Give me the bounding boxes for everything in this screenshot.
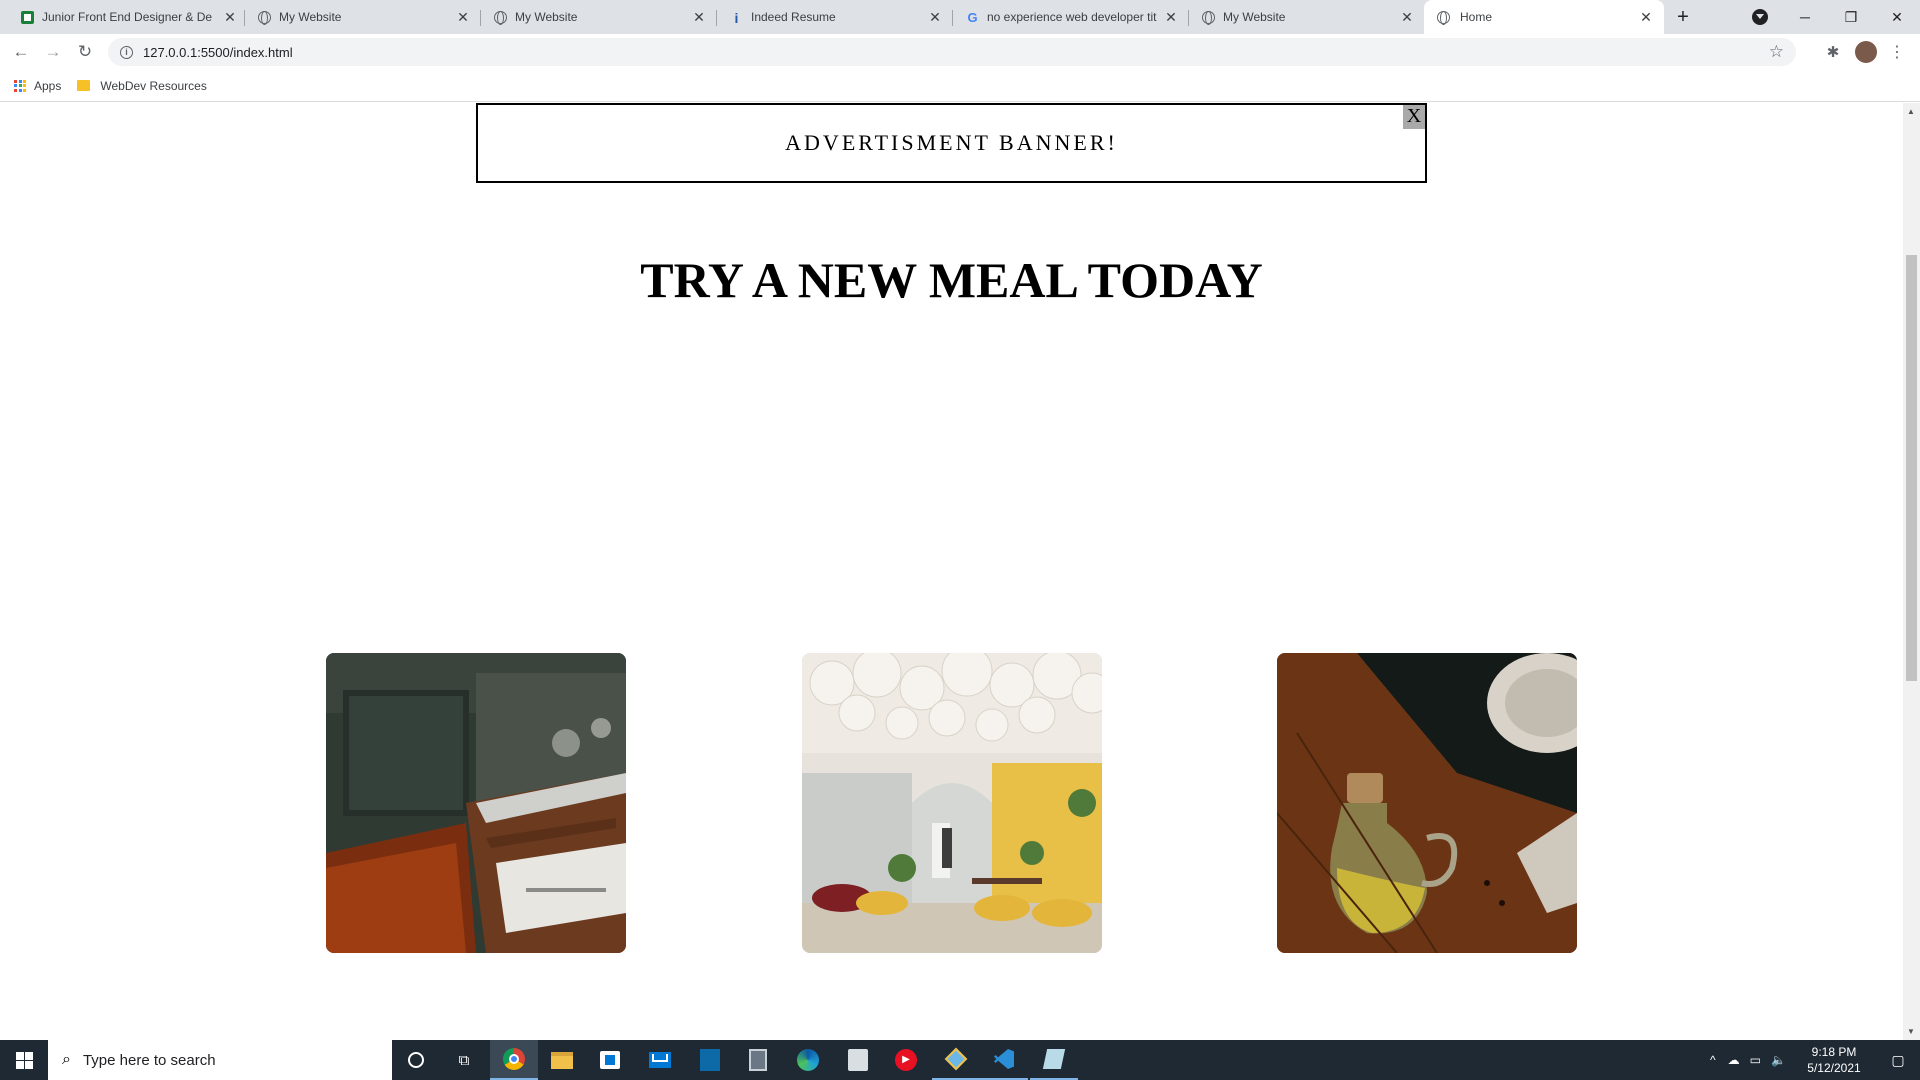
tab-strip: Junior Front End Designer & De ✕ My Webs… [0, 0, 1920, 34]
page-title: TRY A NEW MEAL TODAY [640, 252, 1263, 308]
restore-icon[interactable]: ❐ [1828, 0, 1874, 34]
bookmark-webdev-resources[interactable]: WebDev Resources [100, 79, 207, 93]
task-view-icon[interactable]: ⧉ [440, 1040, 488, 1080]
tab-divider [1188, 10, 1189, 26]
back-icon[interactable]: ← [10, 41, 32, 63]
tab-junior-front-end[interactable]: Junior Front End Designer & De ✕ [20, 0, 238, 34]
globe-icon [257, 10, 272, 25]
taskbar-search[interactable]: ⌕ Type here to search [48, 1040, 392, 1080]
bookmarks-bar: Apps WebDev Resources [0, 70, 1920, 102]
avatar[interactable] [1855, 41, 1877, 63]
mail-icon[interactable] [636, 1040, 684, 1080]
globe-icon [1436, 10, 1451, 25]
banner-text: ADVERTISMENT BANNER! [785, 130, 1118, 155]
close-icon[interactable]: ✕ [691, 9, 707, 25]
system-tray: ^ ☁ ▭ 🔈 [1710, 1040, 1786, 1080]
tab-title: Home [1460, 10, 1493, 24]
globe-icon [493, 10, 508, 25]
game-app-icon[interactable] [834, 1040, 882, 1080]
tab-my-website-2[interactable]: My Website ✕ [493, 0, 707, 34]
apps-grid-icon [14, 79, 26, 92]
scroll-down-icon[interactable]: ▼ [1907, 1027, 1915, 1036]
tab-divider [952, 10, 953, 26]
minimize-icon[interactable]: ─ [1782, 0, 1828, 34]
tab-title: My Website [279, 10, 342, 24]
start-button[interactable] [0, 1040, 48, 1080]
green-sheet-icon [20, 10, 35, 25]
close-icon[interactable]: ✕ [1399, 9, 1415, 25]
close-icon[interactable]: ✕ [1163, 9, 1179, 25]
folder-icon [77, 80, 91, 91]
tab-title: Indeed Resume [751, 10, 836, 24]
tab-title: no experience web developer tit [987, 10, 1157, 24]
tab-search-icon[interactable] [1752, 9, 1768, 25]
tab-my-website-1[interactable]: My Website ✕ [257, 0, 471, 34]
close-icon[interactable]: ✕ [455, 9, 471, 25]
onedrive-icon[interactable]: ☁ [1728, 1053, 1740, 1067]
store-icon[interactable] [586, 1040, 634, 1080]
chrome-icon[interactable] [490, 1040, 538, 1080]
google-icon: G [967, 10, 978, 25]
tab-divider [716, 10, 717, 26]
search-icon: ⌕ [62, 1051, 71, 1068]
new-tab-button[interactable]: + [1672, 6, 1694, 28]
calculator-icon[interactable] [734, 1040, 782, 1080]
scrollbar-thumb[interactable] [1906, 255, 1917, 681]
tab-google-search[interactable]: G no experience web developer tit ✕ [965, 0, 1179, 34]
git-app-icon[interactable] [932, 1040, 980, 1080]
page-scrollbar[interactable]: ▲ ▼ [1903, 103, 1920, 1040]
edge-icon[interactable] [784, 1040, 832, 1080]
yellow-dining-room-photo [802, 653, 1102, 953]
file-explorer-icon[interactable] [538, 1040, 586, 1080]
globe-icon [1201, 10, 1216, 25]
close-icon[interactable]: ✕ [222, 9, 238, 25]
page-viewport: ADVERTISMENT BANNER! X TRY A NEW MEAL TO… [0, 103, 1903, 1040]
tab-title: My Website [515, 10, 578, 24]
url-text[interactable]: 127.0.0.1:5500/index.html [143, 45, 293, 60]
clock-time: 9:18 PM [1811, 1045, 1857, 1059]
info-icon[interactable]: i [120, 45, 133, 59]
forward-icon[interactable]: → [42, 41, 64, 63]
close-icon[interactable]: ✕ [927, 9, 943, 25]
search-placeholder[interactable]: Type here to search [83, 1052, 216, 1069]
address-bar[interactable]: i 127.0.0.1:5500/index.html ☆ [108, 38, 1796, 66]
notes-app-icon[interactable] [1030, 1040, 1078, 1080]
tab-my-website-3[interactable]: My Website ✕ [1201, 0, 1415, 34]
tab-indeed-resume[interactable]: i Indeed Resume ✕ [729, 0, 943, 34]
volume-icon[interactable]: 🔈 [1771, 1053, 1786, 1067]
banner-close-button[interactable]: X [1403, 105, 1425, 129]
chevron-up-icon[interactable]: ^ [1710, 1053, 1716, 1067]
clock[interactable]: 9:18 PM 5/12/2021 [1800, 1044, 1868, 1076]
advertisement-banner: ADVERTISMENT BANNER! X [476, 103, 1427, 183]
olive-oil-jug-photo [1277, 653, 1577, 953]
vscode-icon[interactable] [980, 1040, 1028, 1080]
extensions-icon[interactable]: ✱ [1822, 41, 1844, 63]
cortana-icon[interactable] [392, 1040, 440, 1080]
bookmark-apps[interactable]: Apps [34, 79, 61, 93]
restaurant-booths-photo [326, 653, 626, 953]
tab-title: My Website [1223, 10, 1286, 24]
menu-icon[interactable]: ⋮ [1886, 41, 1908, 63]
windows-icon [15, 1051, 33, 1069]
notifications-icon[interactable]: ▢ [1876, 1040, 1920, 1080]
tab-divider [244, 10, 245, 26]
browser-toolbar: ← → ↻ i 127.0.0.1:5500/index.html ☆ ✱ ⋮ [0, 34, 1920, 70]
network-icon[interactable]: ▭ [1750, 1053, 1761, 1067]
bookmark-star-icon[interactable]: ☆ [1769, 42, 1784, 62]
reload-icon[interactable]: ↻ [74, 41, 96, 63]
scroll-up-icon[interactable]: ▲ [1907, 107, 1915, 116]
window-close-icon[interactable]: ✕ [1874, 0, 1920, 34]
app-blue-icon[interactable] [686, 1040, 734, 1080]
indeed-icon: i [734, 9, 739, 26]
tab-title: Junior Front End Designer & De [42, 10, 212, 24]
media-player-icon[interactable]: ▶ [882, 1040, 930, 1080]
clock-date: 5/12/2021 [1807, 1061, 1861, 1075]
close-icon[interactable]: ✕ [1638, 9, 1654, 25]
tab-divider [480, 10, 481, 26]
tab-home[interactable]: Home ✕ [1424, 0, 1664, 34]
